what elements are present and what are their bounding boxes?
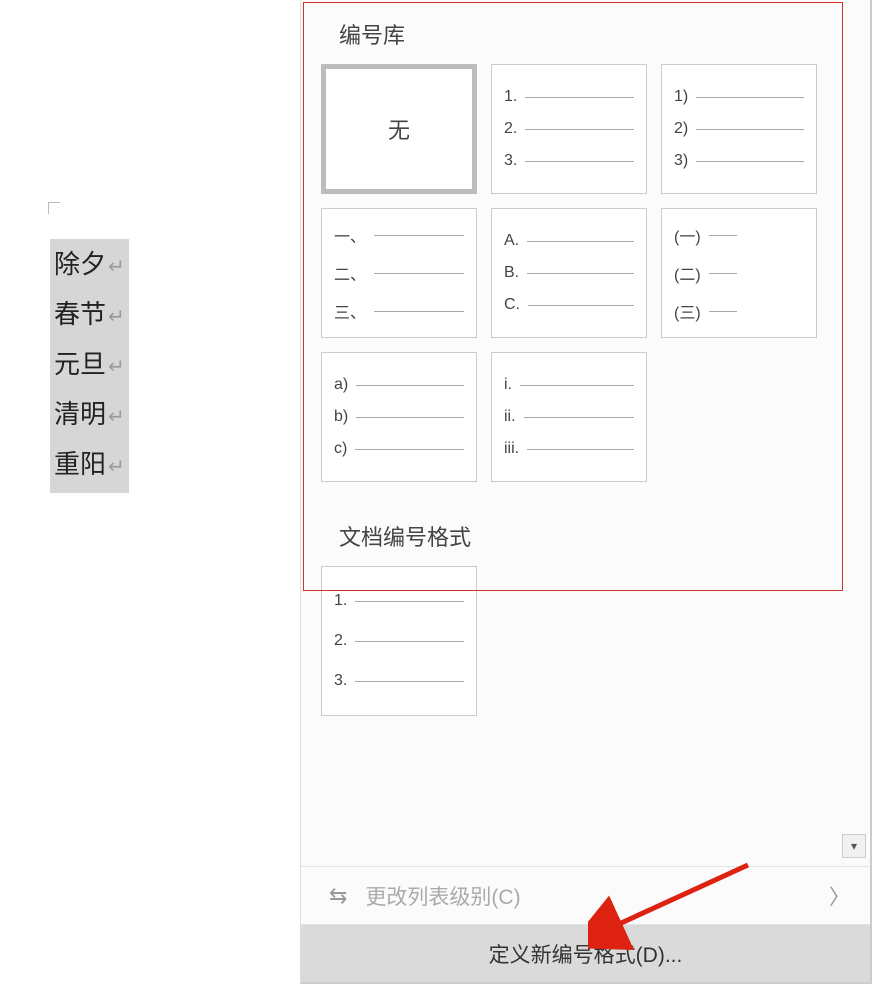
- doc-formats-gallery: 1. 2. 3.: [301, 566, 870, 736]
- library-section-title: 编号库: [301, 0, 870, 64]
- doc-line: 元旦↵: [54, 341, 125, 391]
- define-new-format-menu[interactable]: 定义新编号格式(D)...: [301, 924, 870, 982]
- doc-line: 春节↵: [54, 291, 125, 341]
- none-label: 无: [388, 113, 410, 145]
- numbering-tile-chinese-paren[interactable]: (一) (二) (三): [661, 208, 817, 338]
- dropdown-footer: ⇆ 更改列表级别(C) 〉 定义新编号格式(D)...: [301, 866, 870, 982]
- define-new-format-label: 定义新编号格式(D)...: [489, 939, 683, 969]
- pilcrow-icon: ↵: [108, 406, 125, 428]
- doc-formats-section-title: 文档编号格式: [301, 502, 870, 566]
- pilcrow-icon: ↵: [108, 356, 125, 378]
- doc-format-tile[interactable]: 1. 2. 3.: [321, 566, 477, 716]
- change-list-level-menu: ⇆ 更改列表级别(C) 〉: [301, 866, 870, 924]
- numbering-tile-upper-alpha[interactable]: A. B. C.: [491, 208, 647, 338]
- doc-line: 除夕↵: [54, 241, 125, 291]
- scroll-down-button[interactable]: ▾: [842, 834, 866, 858]
- numbering-tile-none[interactable]: 无: [321, 64, 477, 194]
- indent-icon: ⇆: [329, 883, 347, 909]
- numbering-tile-chinese-comma[interactable]: 一、 二、 三、: [321, 208, 477, 338]
- doc-line: 重阳↵: [54, 441, 125, 491]
- numbering-tile-roman-lower[interactable]: i. ii. iii.: [491, 352, 647, 482]
- pilcrow-icon: ↵: [108, 256, 125, 278]
- chevron-down-icon: ▾: [851, 839, 857, 853]
- text-selection[interactable]: 除夕↵ 春节↵ 元旦↵ 清明↵ 重阳↵: [50, 239, 129, 493]
- numbering-tile-arabic-paren[interactable]: 1) 2) 3): [661, 64, 817, 194]
- numbering-tile-lower-alpha-paren[interactable]: a) b) c): [321, 352, 477, 482]
- doc-line: 清明↵: [54, 391, 125, 441]
- chevron-right-icon: 〉: [829, 881, 850, 911]
- numbering-tile-arabic-period[interactable]: 1. 2. 3.: [491, 64, 647, 194]
- pilcrow-icon: ↵: [108, 306, 125, 328]
- numbering-dropdown: 编号库 无 1. 2. 3. 1) 2) 3) 一、 二、 三、: [300, 0, 872, 984]
- margin-marker: [48, 202, 60, 214]
- numbering-library-gallery: 无 1. 2. 3. 1) 2) 3) 一、 二、 三、 A.: [301, 64, 870, 502]
- document-area: 除夕↵ 春节↵ 元旦↵ 清明↵ 重阳↵: [0, 0, 300, 986]
- change-list-level-label: 更改列表级别(C): [365, 881, 520, 911]
- pilcrow-icon: ↵: [108, 456, 125, 478]
